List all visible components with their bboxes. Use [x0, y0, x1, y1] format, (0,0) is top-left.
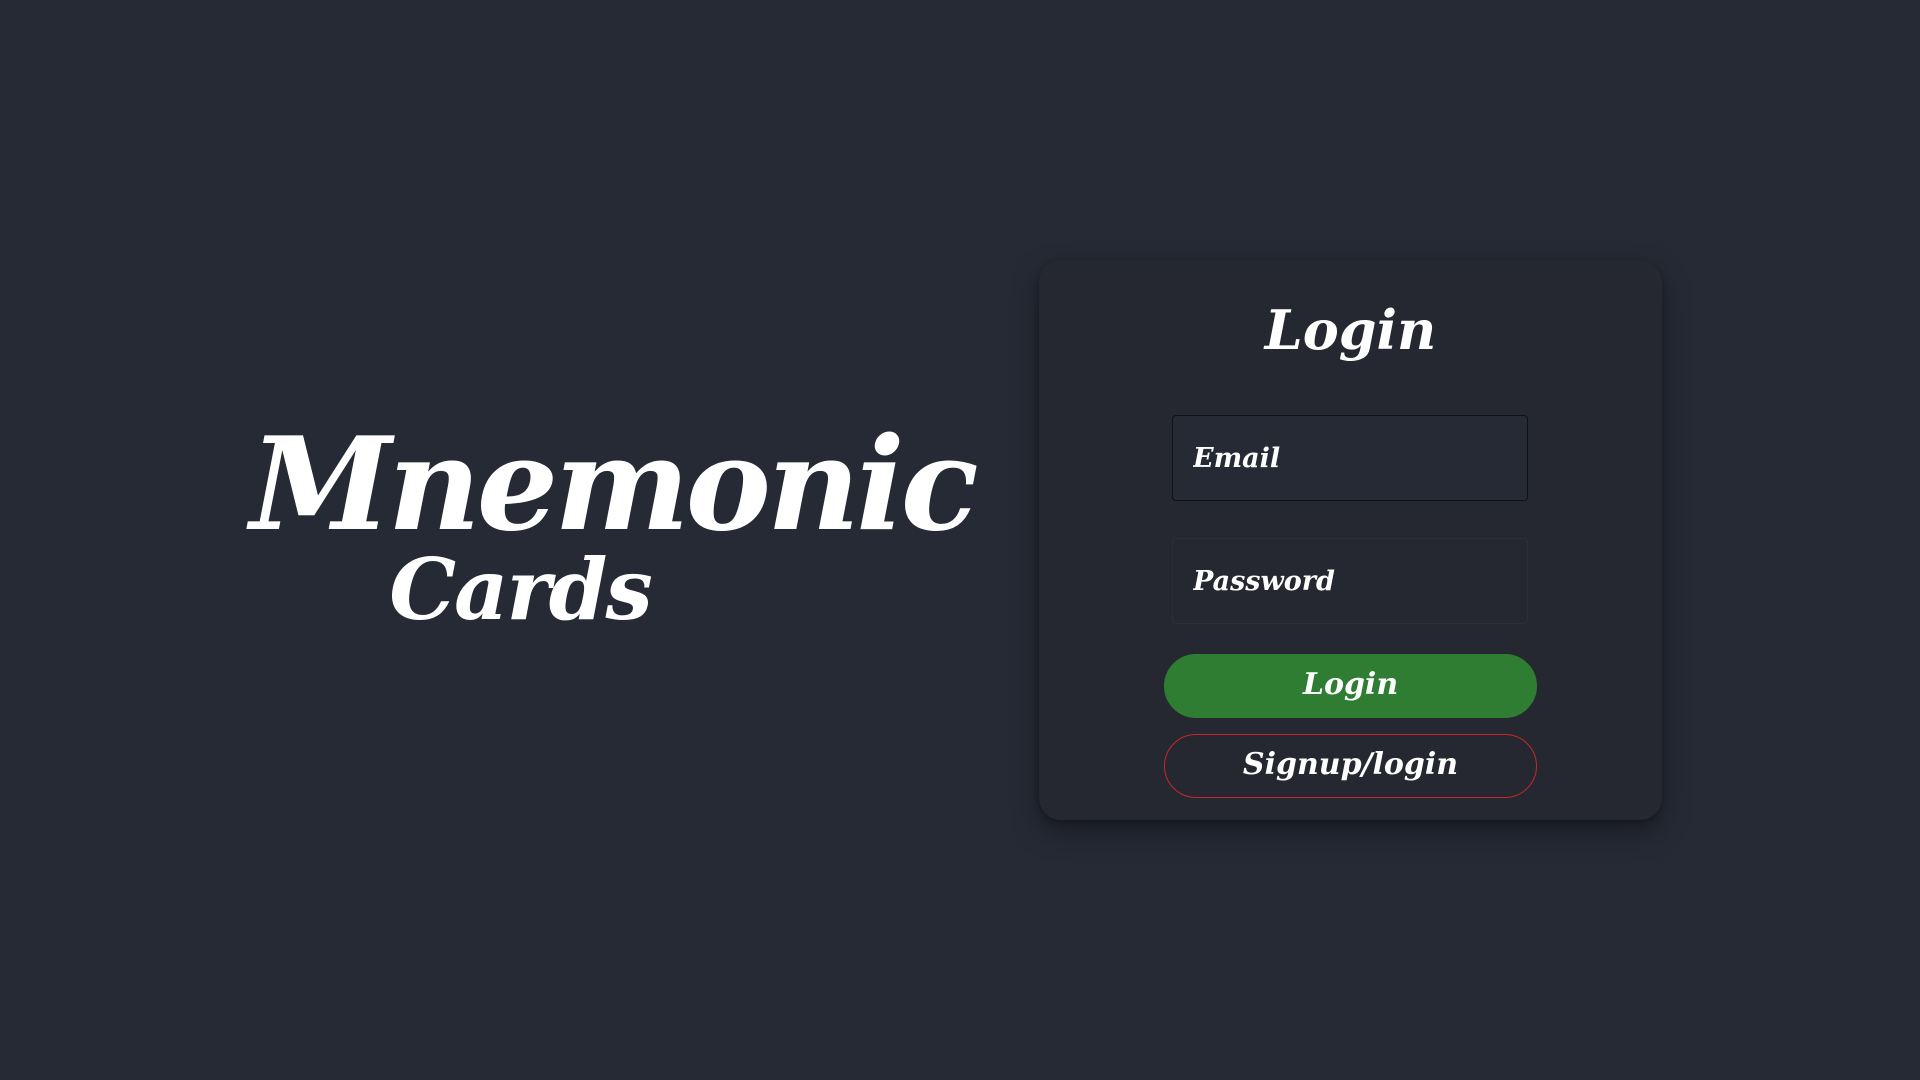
- password-input[interactable]: [1172, 538, 1528, 624]
- login-title: Login: [1264, 298, 1437, 362]
- signup-login-button[interactable]: Signup/login: [1164, 734, 1537, 798]
- brand-title: Mnemonic: [250, 410, 979, 560]
- email-input[interactable]: [1172, 415, 1528, 501]
- login-page: Mnemonic Cards Login Login Signup/login: [0, 0, 1920, 1080]
- login-button[interactable]: Login: [1164, 654, 1537, 718]
- brand-logo: Mnemonic Cards: [250, 410, 979, 636]
